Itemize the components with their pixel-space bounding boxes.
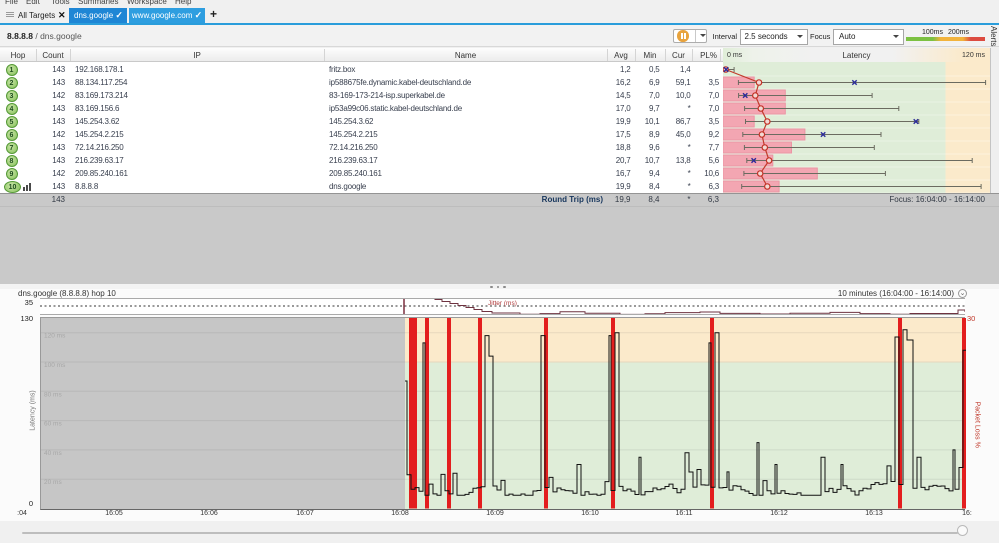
svg-text:Jitter (ms): Jitter (ms) bbox=[488, 300, 517, 307]
svg-text:120 ms: 120 ms bbox=[44, 332, 66, 339]
svg-text:80 ms: 80 ms bbox=[44, 391, 62, 398]
svg-text:100 ms: 100 ms bbox=[44, 362, 66, 369]
svg-text:20 ms: 20 ms bbox=[44, 479, 62, 486]
svg-text:60 ms: 60 ms bbox=[44, 420, 62, 427]
svg-text:40 ms: 40 ms bbox=[44, 449, 62, 456]
